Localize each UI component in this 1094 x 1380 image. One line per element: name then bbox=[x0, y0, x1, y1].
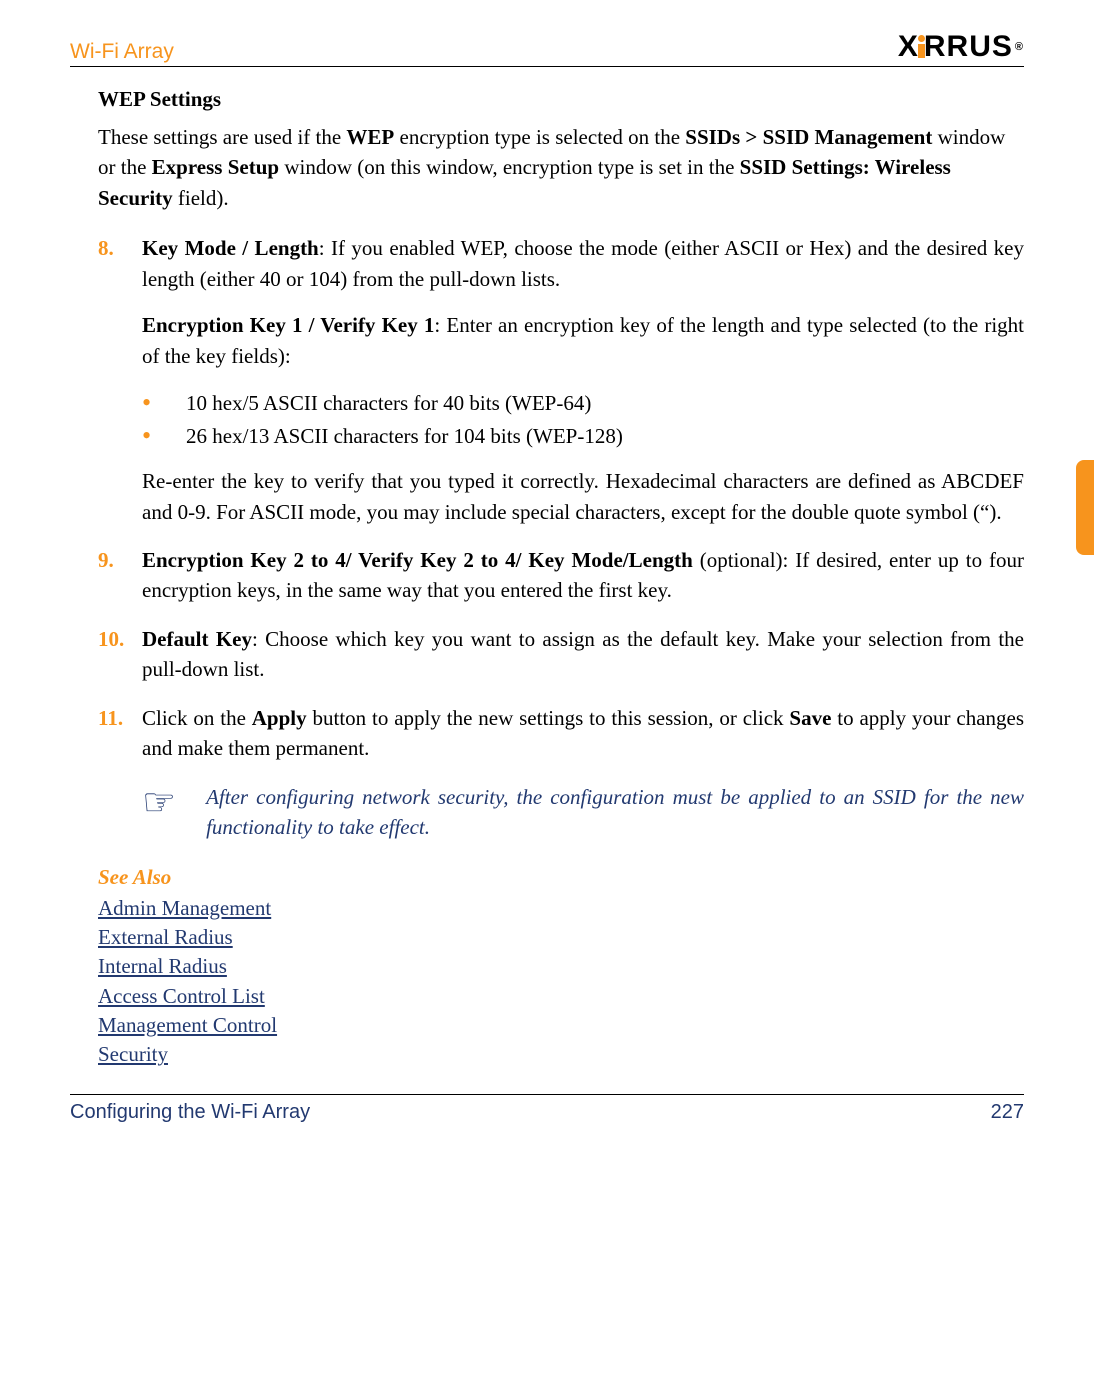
brand-logo: XRRUS® bbox=[898, 30, 1024, 64]
note-hand-icon: ☞ bbox=[142, 780, 176, 825]
bullet-item: • 10 hex/5 ASCII characters for 40 bits … bbox=[142, 387, 1024, 420]
text: These settings are used if the bbox=[98, 125, 346, 149]
item-body: Click on the Apply button to apply the n… bbox=[142, 703, 1024, 764]
item-body: Encryption Key 2 to 4/ Verify Key 2 to 4… bbox=[142, 545, 1024, 606]
section-heading: WEP Settings bbox=[98, 87, 1024, 112]
see-also-link-external-radius[interactable]: External Radius bbox=[98, 923, 1024, 952]
bullet-text: 26 hex/13 ASCII characters for 104 bits … bbox=[186, 420, 623, 453]
bold-text: Save bbox=[789, 706, 831, 730]
text: Click on the bbox=[142, 706, 252, 730]
item-number: 8. bbox=[98, 233, 142, 527]
item-number: 10. bbox=[98, 624, 142, 685]
text: Re-enter the key to verify that you type… bbox=[142, 466, 1024, 527]
see-also-link-internal-radius[interactable]: Internal Radius bbox=[98, 952, 1024, 981]
list-item-8: 8. Key Mode / Length: If you enabled WEP… bbox=[98, 233, 1024, 527]
bullet-icon: • bbox=[142, 387, 186, 420]
text: button to apply the new settings to this… bbox=[307, 706, 790, 730]
see-also-link-access-control-list[interactable]: Access Control List bbox=[98, 982, 1024, 1011]
bold-text: Express Setup bbox=[152, 155, 279, 179]
item-number: 9. bbox=[98, 545, 142, 606]
text: encryption type is selected on the bbox=[394, 125, 685, 149]
see-also-heading: See Also bbox=[98, 865, 1024, 890]
content-body: WEP Settings These settings are used if … bbox=[70, 87, 1024, 1070]
page-footer: Configuring the Wi-Fi Array 227 bbox=[70, 1094, 1024, 1124]
bullet-text: 10 hex/5 ASCII characters for 40 bits (W… bbox=[186, 387, 591, 420]
see-also-link-admin-management[interactable]: Admin Management bbox=[98, 894, 1024, 923]
bullet-icon: • bbox=[142, 420, 186, 453]
note-callout: ☞ After configuring network security, th… bbox=[142, 782, 1024, 843]
page-header: Wi-Fi Array XRRUS® bbox=[70, 30, 1024, 67]
brand-logo-text: XRRUS® bbox=[898, 30, 1024, 64]
item-number: 11. bbox=[98, 703, 142, 764]
text: field). bbox=[173, 186, 229, 210]
bold-text: Encryption Key 1 / Verify Key 1 bbox=[142, 313, 434, 337]
see-also-link-management-control[interactable]: Management Control bbox=[98, 1011, 1024, 1040]
bold-text: Apply bbox=[252, 706, 307, 730]
list-item-10: 10. Default Key: Choose which key you wa… bbox=[98, 624, 1024, 685]
note-text: After configuring network security, the … bbox=[206, 782, 1024, 843]
see-also-link-security[interactable]: Security bbox=[98, 1040, 1024, 1069]
item-body: Key Mode / Length: If you enabled WEP, c… bbox=[142, 233, 1024, 527]
list-item-11: 11. Click on the Apply button to apply t… bbox=[98, 703, 1024, 764]
bold-text: Key Mode / Length bbox=[142, 236, 319, 260]
section-intro: These settings are used if the WEP encry… bbox=[98, 122, 1024, 213]
text: : Choose which key you want to assign as… bbox=[142, 627, 1024, 681]
list-item-9: 9. Encryption Key 2 to 4/ Verify Key 2 t… bbox=[98, 545, 1024, 606]
bold-text: SSIDs > SSID Management bbox=[685, 125, 932, 149]
see-also-section: See Also Admin Management External Radiu… bbox=[98, 865, 1024, 1070]
footer-page-number: 227 bbox=[991, 1101, 1024, 1124]
page-edge-tab bbox=[1076, 460, 1094, 555]
text: window (on this window, encryption type … bbox=[279, 155, 740, 179]
header-title: Wi-Fi Array bbox=[70, 40, 174, 64]
bold-text: WEP bbox=[346, 125, 394, 149]
bold-text: Default Key bbox=[142, 627, 252, 651]
footer-section-title: Configuring the Wi-Fi Array bbox=[70, 1101, 310, 1124]
bullet-item: • 26 hex/13 ASCII characters for 104 bit… bbox=[142, 420, 1024, 453]
item-body: Default Key: Choose which key you want t… bbox=[142, 624, 1024, 685]
bold-text: Encryption Key 2 to 4/ Verify Key 2 to 4… bbox=[142, 548, 693, 572]
